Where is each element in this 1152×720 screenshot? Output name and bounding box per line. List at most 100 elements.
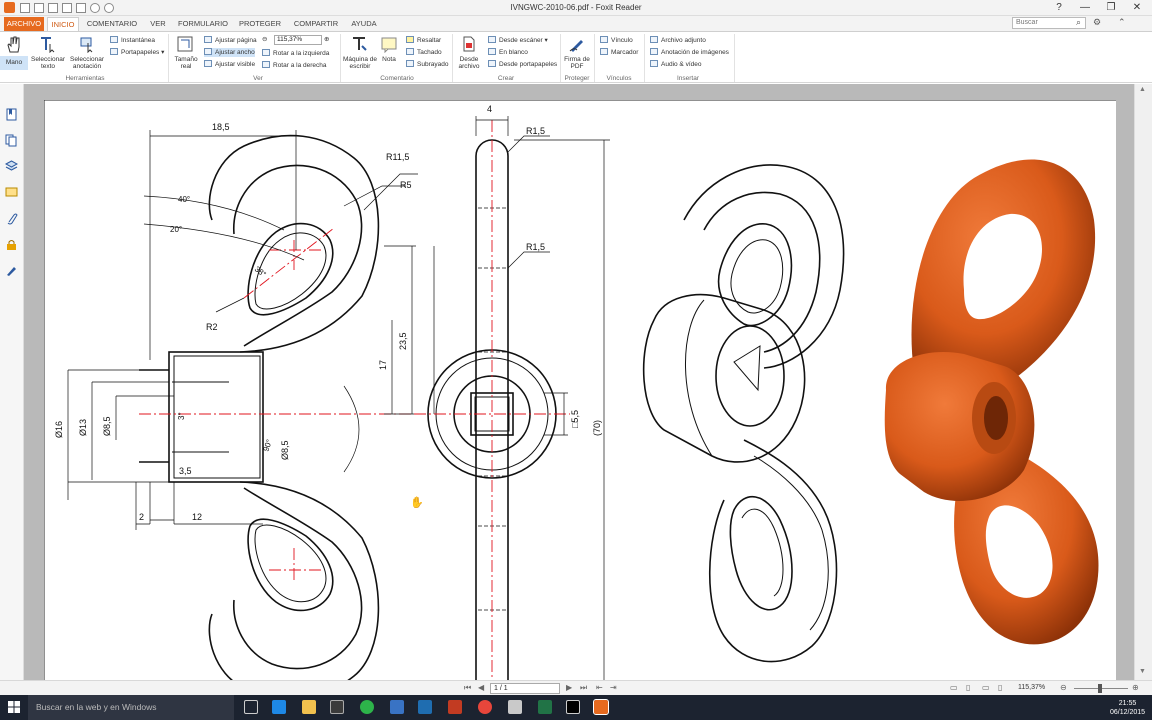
help-button[interactable]: ?	[1046, 1, 1072, 15]
last-page-icon[interactable]: ⏭	[580, 683, 587, 693]
search-icon[interactable]: ⌕	[1076, 17, 1081, 28]
continuous-facing-icon[interactable]: ▯	[998, 683, 1002, 692]
excel-icon[interactable]	[538, 700, 552, 714]
file-explorer-icon[interactable]	[302, 700, 316, 714]
pdf-sign-button[interactable]: Firma de PDF	[562, 56, 592, 70]
layers-panel-icon[interactable]	[5, 160, 18, 173]
zoom-in-icon[interactable]: ⊕	[1132, 683, 1139, 692]
clock[interactable]: 21:55 06/12/2015	[1110, 699, 1145, 717]
image-icon	[650, 48, 658, 55]
prev-page-icon[interactable]: ◀	[478, 683, 484, 692]
from-clipboard-button[interactable]: Desde portapapeles	[488, 60, 557, 69]
from-file-button[interactable]: Desde archivo	[454, 56, 484, 70]
scroll-down-icon[interactable]: ▼	[1139, 668, 1146, 675]
settings-icon[interactable]: ⚙	[1093, 17, 1101, 28]
window-title: IVNGWC-2010-06.pdf - Foxit Reader	[510, 3, 642, 12]
select-text-button[interactable]: Seleccionar texto	[28, 56, 68, 70]
dim-r2: R2	[206, 322, 218, 332]
tab-archivo[interactable]: ARCHIVO	[4, 17, 44, 31]
dim-r11-5: R11,5	[386, 152, 409, 162]
snapshot-button[interactable]: Instantánea	[110, 36, 155, 45]
bookmarks-panel-icon[interactable]	[5, 108, 18, 121]
scroll-up-icon[interactable]: ▲	[1139, 86, 1146, 93]
tab-formulario[interactable]: FORMULARIO	[176, 17, 230, 31]
vertical-scrollbar[interactable]: ▲ ▼	[1134, 84, 1152, 680]
app-green-icon[interactable]	[360, 700, 374, 714]
title-bar: IVNGWC-2010-06.pdf - Foxit Reader ? — ❐ …	[0, 0, 1152, 16]
fit-width-button[interactable]: Ajustar ancho	[204, 48, 255, 57]
fit-page-button[interactable]: Ajustar página	[204, 36, 257, 45]
zoom-level[interactable]: 115,37%	[1018, 684, 1045, 691]
pdf-page: 18,5 R11,5 R5 40° 20° 38° R2 23,5 17 Ø16…	[44, 100, 1116, 680]
next-view-icon[interactable]: ⇥	[610, 683, 617, 692]
zoom-out-icon[interactable]: ⊖	[262, 36, 267, 44]
document-area[interactable]: 18,5 R11,5 R5 40° 20° 38° R2 23,5 17 Ø16…	[24, 84, 1134, 680]
mano-button[interactable]: Mano	[0, 56, 28, 70]
group-vinculos: Vínculos	[606, 75, 632, 82]
underline-button[interactable]: Subrayado	[406, 60, 448, 69]
pdf-sign-icon	[569, 40, 583, 52]
terminal-icon[interactable]	[566, 700, 580, 714]
tab-ver[interactable]: VER	[145, 17, 171, 31]
chrome-icon[interactable]	[478, 700, 492, 714]
rotate-left-button[interactable]: Rotar a la izquierda	[262, 49, 329, 58]
tab-inicio[interactable]: INICIO	[47, 17, 79, 31]
attachment-button[interactable]: Archivo adjunto	[650, 36, 706, 45]
fit-visible-button[interactable]: Ajustar visible	[204, 60, 255, 69]
security-panel-icon[interactable]	[5, 238, 18, 251]
dim-dia-8-5-left: Ø8,5	[102, 416, 112, 436]
next-page-icon[interactable]: ▶	[566, 683, 572, 692]
app-red-icon[interactable]	[448, 700, 462, 714]
select-annotation-button[interactable]: Seleccionar anotación	[68, 56, 106, 70]
tab-proteger[interactable]: PROTEGER	[235, 17, 285, 31]
camera-icon	[110, 36, 118, 43]
attachments-panel-icon[interactable]	[5, 212, 18, 225]
single-page-icon[interactable]: ▭	[950, 683, 958, 692]
comments-panel-icon[interactable]	[5, 186, 18, 199]
minimize-ribbon-icon[interactable]: ⌃	[1118, 17, 1126, 28]
minimize-button[interactable]: —	[1072, 1, 1098, 15]
app-blue-icon[interactable]	[390, 700, 404, 714]
taskbar-search-input[interactable]: Buscar en la web y en Windows	[28, 695, 234, 720]
rotate-right-button[interactable]: Rotar a la derecha	[262, 61, 326, 70]
task-view-icon[interactable]	[244, 700, 258, 714]
close-button[interactable]: ✕	[1124, 1, 1150, 15]
tab-comentario[interactable]: COMENTARIO	[84, 17, 140, 31]
image-annotation-button[interactable]: Anotación de imágenes	[650, 48, 729, 57]
continuous-icon[interactable]: ▯	[966, 683, 970, 692]
app-word-icon[interactable]	[418, 700, 432, 714]
zoom-out-icon[interactable]: ⊖	[1060, 683, 1067, 692]
app-tool-icon[interactable]	[508, 700, 522, 714]
first-page-icon[interactable]: ⏮	[464, 683, 471, 693]
system-tray-icons[interactable]	[940, 703, 1060, 713]
audio-video-button[interactable]: Audio & vídeo	[650, 60, 701, 69]
zoom-in-icon[interactable]: ⊕	[324, 36, 329, 44]
link-button[interactable]: Vínculo	[600, 36, 633, 45]
restore-button[interactable]: ❐	[1098, 1, 1124, 15]
prev-view-icon[interactable]: ⇤	[596, 683, 603, 692]
rotate-right-icon	[262, 61, 270, 68]
zoom-slider-thumb[interactable]	[1098, 684, 1102, 693]
tab-compartir[interactable]: COMPARTIR	[290, 17, 342, 31]
pages-panel-icon[interactable]	[5, 134, 18, 147]
actual-size-button[interactable]: Tamaño real	[170, 56, 202, 70]
zoom-field[interactable]: 115,37%	[274, 35, 322, 45]
edge-icon[interactable]	[272, 700, 286, 714]
page-number-field[interactable]: 1 / 1	[490, 683, 560, 694]
signatures-panel-icon[interactable]	[5, 264, 18, 277]
strikeout-button[interactable]: Tachado	[406, 48, 442, 57]
from-scanner-button[interactable]: Desde escáner ▾	[488, 36, 548, 45]
windows-start-icon[interactable]	[8, 701, 20, 713]
search-input[interactable]: Buscar	[1012, 17, 1086, 29]
store-icon[interactable]	[330, 700, 344, 714]
tab-ayuda[interactable]: AYUDA	[347, 17, 381, 31]
blank-button[interactable]: En blanco	[488, 48, 528, 57]
note-button[interactable]: Nota	[378, 56, 400, 63]
highlight-button[interactable]: Resaltar	[406, 36, 441, 45]
bookmark-button[interactable]: Marcador	[600, 48, 638, 57]
typewriter-button[interactable]: Máquina de escribir	[342, 56, 378, 70]
dim-angle-20: 20°	[170, 225, 182, 234]
clipboard-button[interactable]: Portapapeles ▾	[110, 48, 164, 57]
facing-icon[interactable]: ▭	[982, 683, 990, 692]
foxit-taskbar-icon[interactable]	[593, 699, 609, 715]
